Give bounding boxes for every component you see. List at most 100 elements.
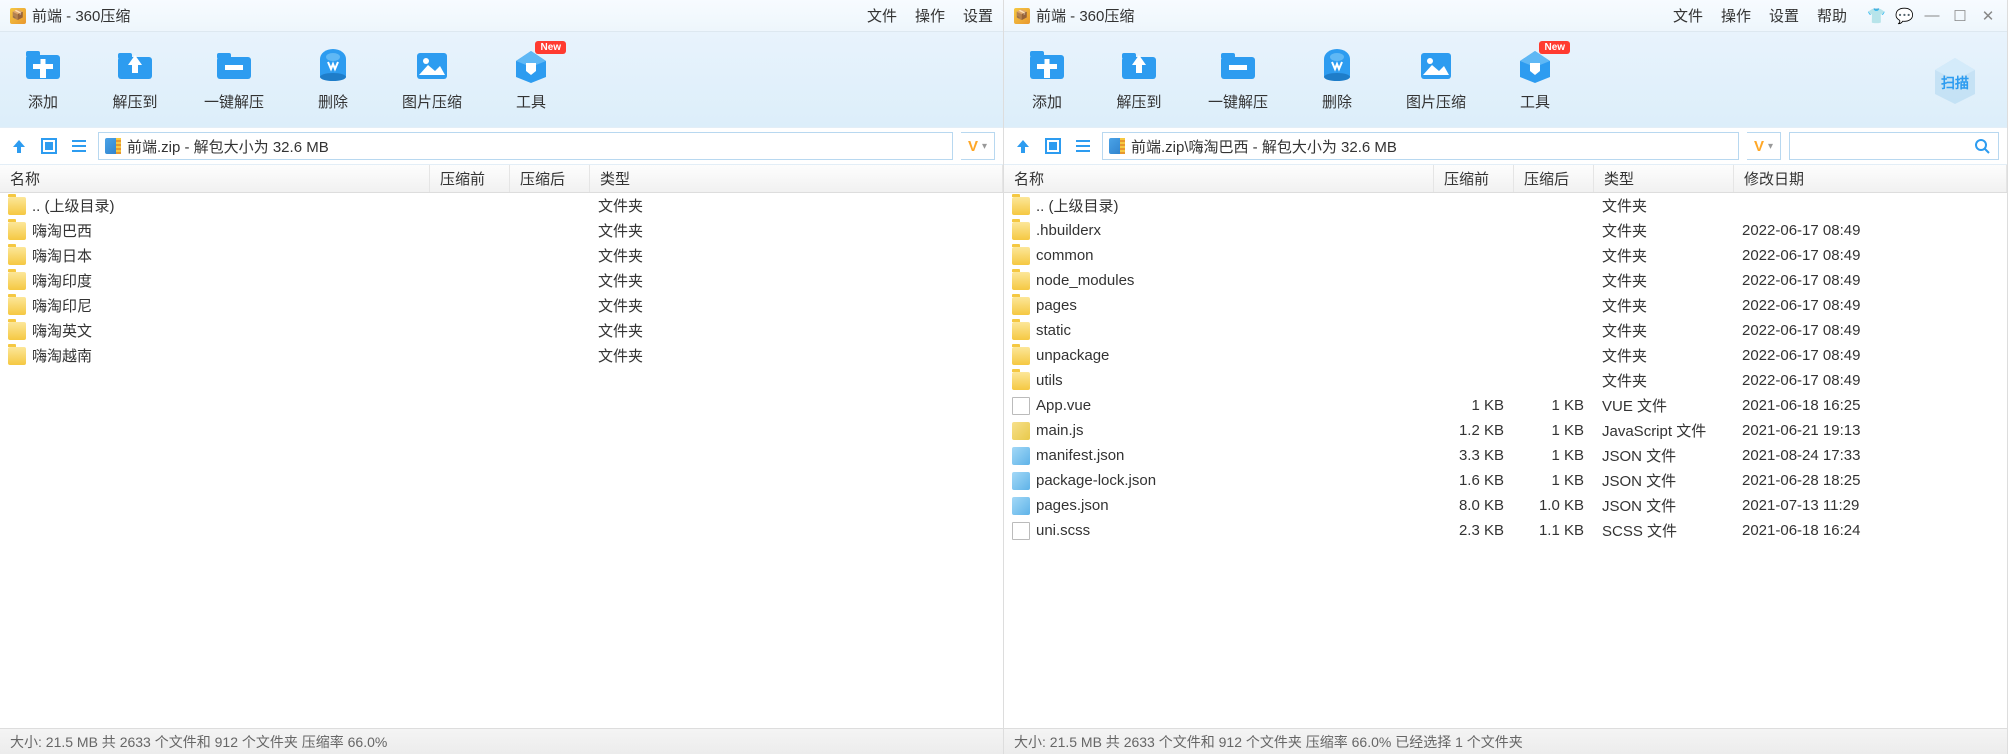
path-dropdown[interactable]	[961, 132, 995, 160]
file-type: 文件夹	[1594, 195, 1734, 216]
table-row[interactable]: uni.scss2.3 KB1.1 KBSCSS 文件2021-06-18 16…	[1004, 518, 2007, 543]
titlebar-left: 前端 - 360压缩 文件 操作 设置	[0, 0, 1003, 32]
table-row[interactable]: pages文件夹2022-06-17 08:49	[1004, 293, 2007, 318]
view-icon-list-icon[interactable]	[1042, 135, 1064, 157]
delete-button[interactable]: 删除	[310, 47, 356, 112]
feedback-icon[interactable]: 💬	[1895, 7, 1913, 25]
col-date[interactable]: 修改日期	[1734, 165, 2007, 192]
col-name[interactable]: 名称	[1004, 165, 1434, 192]
path-input[interactable]: 前端.zip\嗨淘巴西 - 解包大小为 32.6 MB	[1102, 132, 1739, 160]
pathbar-left: 前端.zip - 解包大小为 32.6 MB	[0, 127, 1003, 165]
size-after: 1.0 KB	[1514, 497, 1594, 514]
file-name: .. (上级目录)	[32, 195, 115, 216]
table-row[interactable]: manifest.json3.3 KB1 KBJSON 文件2021-08-24…	[1004, 443, 2007, 468]
table-row[interactable]: static文件夹2022-06-17 08:49	[1004, 318, 2007, 343]
statusbar-left: 大小: 21.5 MB 共 2633 个文件和 912 个文件夹 压缩率 66.…	[0, 728, 1003, 754]
file-date: 2022-06-17 08:49	[1734, 297, 2007, 314]
table-row[interactable]: package-lock.json1.6 KB1 KBJSON 文件2021-0…	[1004, 468, 2007, 493]
table-row[interactable]: 嗨淘日本文件夹	[0, 243, 1003, 268]
one-click-extract-button[interactable]: 一键解压	[1208, 47, 1268, 112]
view-detail-icon[interactable]	[68, 135, 90, 157]
table-row[interactable]: unpackage文件夹2022-06-17 08:49	[1004, 343, 2007, 368]
nav-up-icon[interactable]	[8, 135, 30, 157]
menu-settings[interactable]: 设置	[1769, 5, 1799, 26]
file-type: 文件夹	[590, 270, 1003, 291]
file-name: 嗨淘越南	[32, 345, 92, 366]
table-row[interactable]: .. (上级目录)文件夹	[0, 193, 1003, 218]
col-after[interactable]: 压缩后	[510, 165, 590, 192]
delete-button[interactable]: 删除	[1314, 47, 1360, 112]
col-type[interactable]: 类型	[1594, 165, 1734, 192]
col-before[interactable]: 压缩前	[1434, 165, 1514, 192]
extract-icon	[112, 47, 158, 83]
col-type[interactable]: 类型	[590, 165, 1003, 192]
oneclick-icon	[1215, 47, 1261, 83]
add-button[interactable]: 添加	[1024, 47, 1070, 112]
extract-to-button[interactable]: 解压到	[112, 47, 158, 112]
file-list-left: .. (上级目录)文件夹嗨淘巴西文件夹嗨淘日本文件夹嗨淘印度文件夹嗨淘印尼文件夹…	[0, 193, 1003, 728]
view-icon-list-icon[interactable]	[38, 135, 60, 157]
extract-to-button[interactable]: 解压到	[1116, 47, 1162, 112]
file-type: 文件夹	[590, 295, 1003, 316]
path-input[interactable]: 前端.zip - 解包大小为 32.6 MB	[98, 132, 953, 160]
table-row[interactable]: main.js1.2 KB1 KBJavaScript 文件2021-06-21…	[1004, 418, 2007, 443]
table-row[interactable]: node_modules文件夹2022-06-17 08:49	[1004, 268, 2007, 293]
nav-up-icon[interactable]	[1012, 135, 1034, 157]
file-date: 2021-06-21 19:13	[1734, 422, 2007, 439]
minimize-icon[interactable]: —	[1923, 7, 1941, 25]
table-row[interactable]: 嗨淘印度文件夹	[0, 268, 1003, 293]
table-row[interactable]: .hbuilderx文件夹2022-06-17 08:49	[1004, 218, 2007, 243]
col-name[interactable]: 名称	[0, 165, 430, 192]
file-icon	[1012, 372, 1030, 390]
statusbar-right: 大小: 21.5 MB 共 2633 个文件和 912 个文件夹 压缩率 66.…	[1004, 728, 2007, 754]
menu-operate[interactable]: 操作	[1721, 5, 1751, 26]
file-date: 2021-07-13 11:29	[1734, 497, 2007, 514]
titlebar-right: 前端 - 360压缩 文件 操作 设置 帮助 👕 💬 — ☐ ✕	[1004, 0, 2007, 32]
file-icon	[1012, 522, 1030, 540]
menu-help[interactable]: 帮助	[1817, 5, 1847, 26]
table-row[interactable]: 嗨淘英文文件夹	[0, 318, 1003, 343]
new-badge: New	[535, 41, 566, 54]
file-name: .. (上级目录)	[1036, 195, 1119, 216]
menu-operate[interactable]: 操作	[915, 5, 945, 26]
maximize-icon[interactable]: ☐	[1951, 7, 1969, 25]
add-button[interactable]: 添加	[20, 47, 66, 112]
table-row[interactable]: pages.json8.0 KB1.0 KBJSON 文件2021-07-13 …	[1004, 493, 2007, 518]
one-click-extract-button[interactable]: 一键解压	[204, 47, 264, 112]
delete-icon	[1314, 47, 1360, 83]
image-compress-button[interactable]: 图片压缩	[1406, 47, 1466, 112]
view-detail-icon[interactable]	[1072, 135, 1094, 157]
tools-button[interactable]: New工具	[508, 47, 554, 112]
file-name: 嗨淘印尼	[32, 295, 92, 316]
toolbar-left: 添加 解压到 一键解压 删除 图片压缩 New工具	[0, 32, 1003, 127]
col-before[interactable]: 压缩前	[430, 165, 510, 192]
size-after: 1 KB	[1514, 397, 1594, 414]
zip-icon	[105, 138, 121, 154]
col-after[interactable]: 压缩后	[1514, 165, 1594, 192]
path-dropdown[interactable]	[1747, 132, 1781, 160]
table-row[interactable]: .. (上级目录) 文件夹	[1004, 193, 2007, 218]
skin-icon[interactable]: 👕	[1867, 7, 1885, 25]
table-row[interactable]: 嗨淘印尼 文件夹	[0, 293, 1003, 318]
file-icon	[8, 197, 26, 215]
menu-file[interactable]: 文件	[867, 5, 897, 26]
search-input[interactable]	[1789, 132, 1999, 160]
file-icon	[1012, 272, 1030, 290]
file-type: JSON 文件	[1594, 445, 1734, 466]
tools-button[interactable]: New工具	[1512, 47, 1558, 112]
menu-file[interactable]: 文件	[1673, 5, 1703, 26]
table-row[interactable]: App.vue1 KB1 KBVUE 文件2021-06-18 16:25	[1004, 393, 2007, 418]
search-icon	[1974, 138, 1990, 154]
image-compress-button[interactable]: 图片压缩	[402, 47, 462, 112]
scan-button[interactable]	[1927, 52, 1983, 108]
menu-settings[interactable]: 设置	[963, 5, 993, 26]
table-row[interactable]: common文件夹2022-06-17 08:49	[1004, 243, 2007, 268]
file-type: SCSS 文件	[1594, 520, 1734, 541]
table-row[interactable]: 嗨淘巴西文件夹	[0, 218, 1003, 243]
close-icon[interactable]: ✕	[1979, 7, 1997, 25]
file-name: uni.scss	[1036, 522, 1090, 539]
file-date: 2022-06-17 08:49	[1734, 222, 2007, 239]
table-row[interactable]: 嗨淘越南文件夹	[0, 343, 1003, 368]
table-row[interactable]: utils文件夹2022-06-17 08:49	[1004, 368, 2007, 393]
file-name: App.vue	[1036, 397, 1091, 414]
